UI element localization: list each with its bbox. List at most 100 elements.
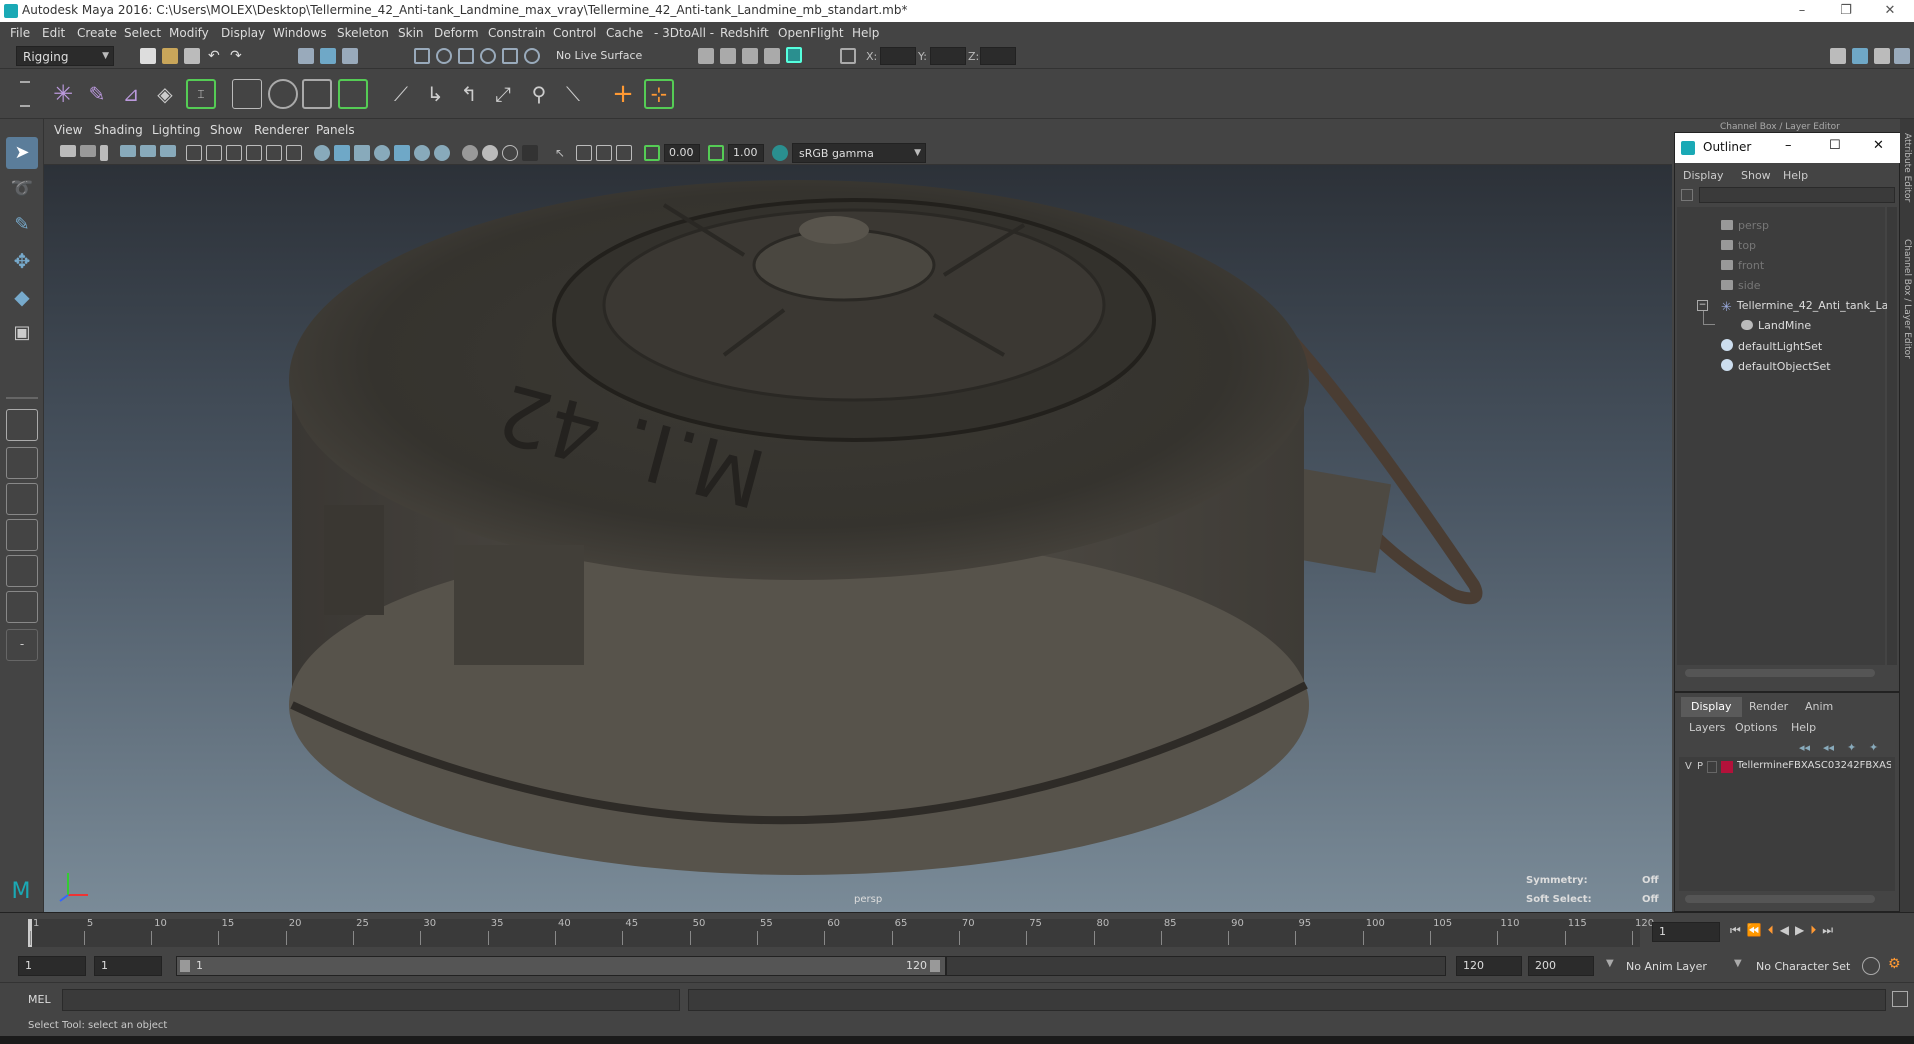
menu-help[interactable]: Help (852, 26, 879, 40)
snap-vertex-icon[interactable] (524, 48, 540, 64)
wireframe-icon[interactable] (314, 145, 330, 161)
resolution-gate-icon[interactable] (226, 145, 242, 161)
outliner-horizontal-scrollbar[interactable] (1685, 669, 1875, 677)
layer-menu-options[interactable]: Options (1735, 721, 1777, 734)
pole-vector-icon[interactable]: ⟍ (558, 79, 588, 109)
set-driven-key-icon[interactable]: ⊹ (644, 79, 674, 109)
animation-start-field[interactable]: 1 (18, 956, 86, 976)
outliner-menu-help[interactable]: Help (1783, 169, 1808, 182)
menu-deform[interactable]: Deform (434, 26, 479, 40)
exposure-icon[interactable] (644, 145, 660, 161)
panel-menu-view[interactable]: View (54, 123, 82, 137)
outliner-vertical-scrollbar[interactable] (1887, 207, 1897, 665)
joint-tool-icon[interactable]: ✳ (48, 79, 78, 109)
live-surface-label[interactable]: No Live Surface (556, 49, 642, 62)
ik-handle-icon[interactable]: ⊿ (116, 79, 146, 109)
view-transform-icon[interactable] (772, 145, 788, 161)
depth-of-field-icon[interactable] (502, 145, 518, 161)
tab-anim[interactable]: Anim (1795, 697, 1843, 717)
menu-3dtoall[interactable]: - 3DtoAll - (654, 26, 714, 40)
move-tool-icon[interactable]: ✥ (6, 245, 38, 277)
x-coord-field[interactable] (880, 47, 916, 65)
tree-item-default-light-set[interactable]: defaultLightSet (1721, 339, 1822, 353)
anim-layer-label[interactable]: No Anim Layer (1626, 960, 1707, 973)
persp-outliner-layout-icon[interactable] (6, 483, 38, 515)
panel-menu-panels[interactable]: Panels (316, 123, 355, 137)
outliner-filter-icon[interactable] (1681, 189, 1693, 201)
render-frame-icon[interactable] (720, 48, 736, 64)
menu-redshift[interactable]: Redshift (720, 26, 769, 40)
tree-item-top[interactable]: top (1721, 239, 1756, 252)
channel-box-toggle-icon[interactable] (1874, 48, 1890, 64)
rotate-tool-icon[interactable]: ◆ (6, 281, 38, 313)
range-slider-end-handle[interactable] (930, 960, 940, 972)
isolate-select-icon[interactable] (522, 145, 538, 161)
multisample-aa-icon[interactable] (482, 145, 498, 161)
shadows-icon[interactable] (414, 145, 430, 161)
character-set-label[interactable]: No Character Set (1756, 960, 1850, 973)
menu-display[interactable]: Display (221, 26, 265, 40)
layer-color-swatch[interactable] (1721, 761, 1733, 773)
menu-skin[interactable]: Skin (398, 26, 424, 40)
snap-curve-icon[interactable] (436, 48, 452, 64)
render-settings-icon[interactable] (764, 48, 780, 64)
transform-constraint-icon[interactable] (840, 48, 856, 64)
select-hierarchy-icon[interactable] (298, 48, 314, 64)
orient-constraint-icon[interactable]: ↰ (454, 79, 484, 109)
menu-skeleton[interactable]: Skeleton (337, 26, 389, 40)
smooth-shade-icon[interactable] (334, 145, 350, 161)
select-component-icon[interactable] (342, 48, 358, 64)
color-space-dropdown[interactable]: sRGB gamma ▼ (792, 143, 926, 163)
scale-constraint-icon[interactable]: ⤢ (488, 79, 518, 109)
tree-item-front[interactable]: front (1721, 259, 1764, 272)
grease-pencil-icon[interactable] (140, 145, 156, 157)
backface-culling-icon[interactable] (616, 145, 632, 161)
use-all-lights-icon[interactable] (394, 145, 410, 161)
smooth-bind-icon[interactable] (232, 79, 262, 109)
panel-menu-renderer[interactable]: Renderer (254, 123, 309, 137)
ambient-occlusion-icon[interactable] (434, 145, 450, 161)
hypershade-icon[interactable] (786, 47, 802, 63)
paint-select-icon[interactable]: ✎ (6, 209, 38, 241)
layer-menu-layers[interactable]: Layers (1689, 721, 1725, 734)
layer-visibility-toggle[interactable]: V (1685, 761, 1692, 772)
menu-edit[interactable]: Edit (42, 26, 65, 40)
locator-icon[interactable]: + (608, 79, 638, 109)
y-coord-field[interactable] (930, 47, 966, 65)
tab-display[interactable]: Display (1681, 697, 1742, 717)
playback-start-field[interactable]: 1 (94, 956, 162, 976)
custom-layout-icon[interactable] (6, 591, 38, 623)
point-constraint-icon[interactable]: ⟋ (386, 79, 416, 109)
new-layer-selected-icon[interactable]: ✦ (1869, 741, 1878, 754)
layer-menu-help[interactable]: Help (1791, 721, 1816, 734)
field-chart-icon[interactable] (266, 145, 282, 161)
tree-item-landmine[interactable]: LandMine (1741, 319, 1811, 332)
outliner-maximize-button[interactable]: ☐ (1829, 138, 1841, 153)
minimize-button[interactable]: – (1780, 0, 1824, 22)
render-view-icon[interactable] (698, 48, 714, 64)
redo-icon[interactable]: ↷ (230, 48, 246, 64)
move-layer-up-icon[interactable]: ◂◂ (1799, 741, 1810, 754)
command-language-label[interactable]: MEL (28, 993, 51, 1006)
bind-skin-icon[interactable]: ⌶ (186, 79, 216, 109)
menu-constrain[interactable]: Constrain (488, 26, 546, 40)
menu-select[interactable]: Select (124, 26, 161, 40)
image-plane-icon[interactable] (100, 145, 108, 161)
layer-horizontal-scrollbar[interactable] (1685, 895, 1875, 903)
new-scene-icon[interactable] (140, 48, 156, 64)
open-scene-icon[interactable] (162, 48, 178, 64)
move-layer-down-icon[interactable]: ◂◂ (1823, 741, 1834, 754)
menu-create[interactable]: Create (77, 26, 117, 40)
panel-menu-show[interactable]: Show (210, 123, 242, 137)
current-frame-field[interactable]: 1 (1652, 922, 1720, 942)
select-tool-icon[interactable]: ➤ (6, 137, 38, 169)
undo-icon[interactable]: ↶ (208, 48, 224, 64)
modeling-toolkit-icon[interactable] (1830, 48, 1846, 64)
camera-bookmark-icon[interactable] (80, 145, 96, 157)
ik-spline-icon[interactable]: ◈ (150, 79, 180, 109)
shelf-menu-icon[interactable] (20, 81, 30, 107)
time-slider[interactable]: 1 5 10 15 20 25 30 35 40 45 50 55 60 65 70 75 80 85 90 95 10… (0, 912, 1914, 952)
tab-render[interactable]: Render (1739, 697, 1798, 717)
menu-windows[interactable]: Windows (273, 26, 327, 40)
snap-view-icon[interactable] (480, 48, 496, 64)
